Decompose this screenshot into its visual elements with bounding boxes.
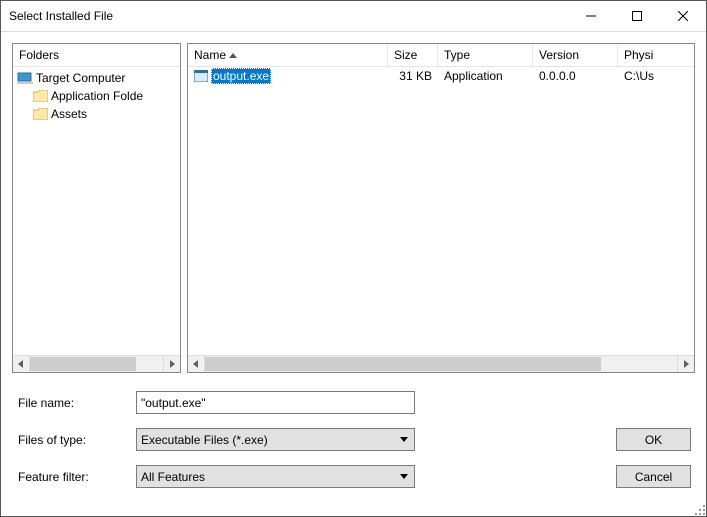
tree-scrollbar[interactable] — [13, 355, 180, 372]
resize-grip[interactable] — [693, 503, 705, 515]
split-panes: Folders Target Computer Application Fold… — [12, 43, 695, 373]
dialog-content: Folders Target Computer Application Fold… — [1, 32, 706, 516]
feature-combo[interactable]: All Features — [136, 465, 415, 488]
chevron-down-icon — [400, 437, 408, 442]
scroll-right-icon[interactable] — [677, 356, 694, 372]
tree-header-label: Folders — [13, 44, 180, 66]
window-title: Select Installed File — [9, 9, 568, 23]
scroll-right-icon[interactable] — [163, 356, 180, 372]
maximize-button[interactable] — [614, 1, 660, 31]
tree-root-label: Target Computer — [36, 71, 125, 85]
sort-asc-icon — [229, 53, 237, 58]
tree-item-label: Assets — [51, 107, 87, 121]
window-controls — [568, 1, 706, 31]
filename-label: File name: — [18, 396, 128, 410]
col-size[interactable]: Size — [388, 44, 438, 66]
scroll-thumb[interactable] — [205, 357, 601, 371]
filetype-combo[interactable]: Executable Files (*.exe) — [136, 428, 415, 451]
file-version: 0.0.0.0 — [533, 69, 618, 83]
titlebar: Select Installed File — [1, 1, 706, 32]
scroll-thumb[interactable] — [30, 357, 136, 371]
list-scrollbar[interactable] — [188, 355, 694, 372]
file-list[interactable]: output.exe 31 KB Application 0.0.0.0 C:\… — [188, 67, 694, 355]
folder-icon — [33, 90, 48, 102]
scroll-track[interactable] — [30, 356, 163, 372]
tree-header[interactable]: Folders — [13, 44, 180, 67]
file-size: 31 KB — [388, 69, 438, 83]
scroll-left-icon[interactable] — [13, 356, 30, 372]
scroll-track[interactable] — [205, 356, 677, 372]
feature-label: Feature filter: — [18, 470, 128, 484]
tree-item-appfolder[interactable]: Application Folde — [13, 87, 180, 105]
folder-tree-pane: Folders Target Computer Application Fold… — [12, 43, 181, 373]
list-item[interactable]: output.exe 31 KB Application 0.0.0.0 C:\… — [188, 67, 694, 85]
folder-icon — [33, 108, 48, 120]
filename-input[interactable] — [136, 391, 415, 414]
col-version[interactable]: Version — [533, 44, 618, 66]
file-type: Application — [438, 69, 533, 83]
computer-icon — [17, 72, 33, 84]
file-list-pane: Name Size Type Version Physi output.exe … — [187, 43, 695, 373]
file-physical: C:\Us — [618, 69, 694, 83]
application-icon — [194, 70, 208, 82]
tree-item-label: Application Folde — [51, 89, 143, 103]
scroll-left-icon[interactable] — [188, 356, 205, 372]
close-button[interactable] — [660, 1, 706, 31]
tree-root[interactable]: Target Computer — [13, 69, 180, 87]
minimize-button[interactable] — [568, 1, 614, 31]
folder-tree[interactable]: Target Computer Application Folde Assets — [13, 67, 180, 355]
file-name: output.exe — [211, 68, 271, 84]
filetype-row: Files of type: Executable Files (*.exe) … — [18, 428, 691, 451]
cancel-button[interactable]: Cancel — [616, 465, 691, 488]
filetype-label: Files of type: — [18, 433, 128, 447]
col-type[interactable]: Type — [438, 44, 533, 66]
col-physical[interactable]: Physi — [618, 44, 694, 66]
list-header: Name Size Type Version Physi — [188, 44, 694, 67]
feature-value: All Features — [141, 470, 205, 484]
form-area: File name: Files of type: Executable Fil… — [12, 373, 695, 488]
feature-row: Feature filter: All Features Cancel — [18, 465, 691, 488]
filetype-value: Executable Files (*.exe) — [141, 433, 268, 447]
ok-button[interactable]: OK — [616, 428, 691, 451]
filename-row: File name: — [18, 391, 691, 414]
chevron-down-icon — [400, 474, 408, 479]
col-name[interactable]: Name — [188, 44, 388, 66]
tree-item-assets[interactable]: Assets — [13, 105, 180, 123]
